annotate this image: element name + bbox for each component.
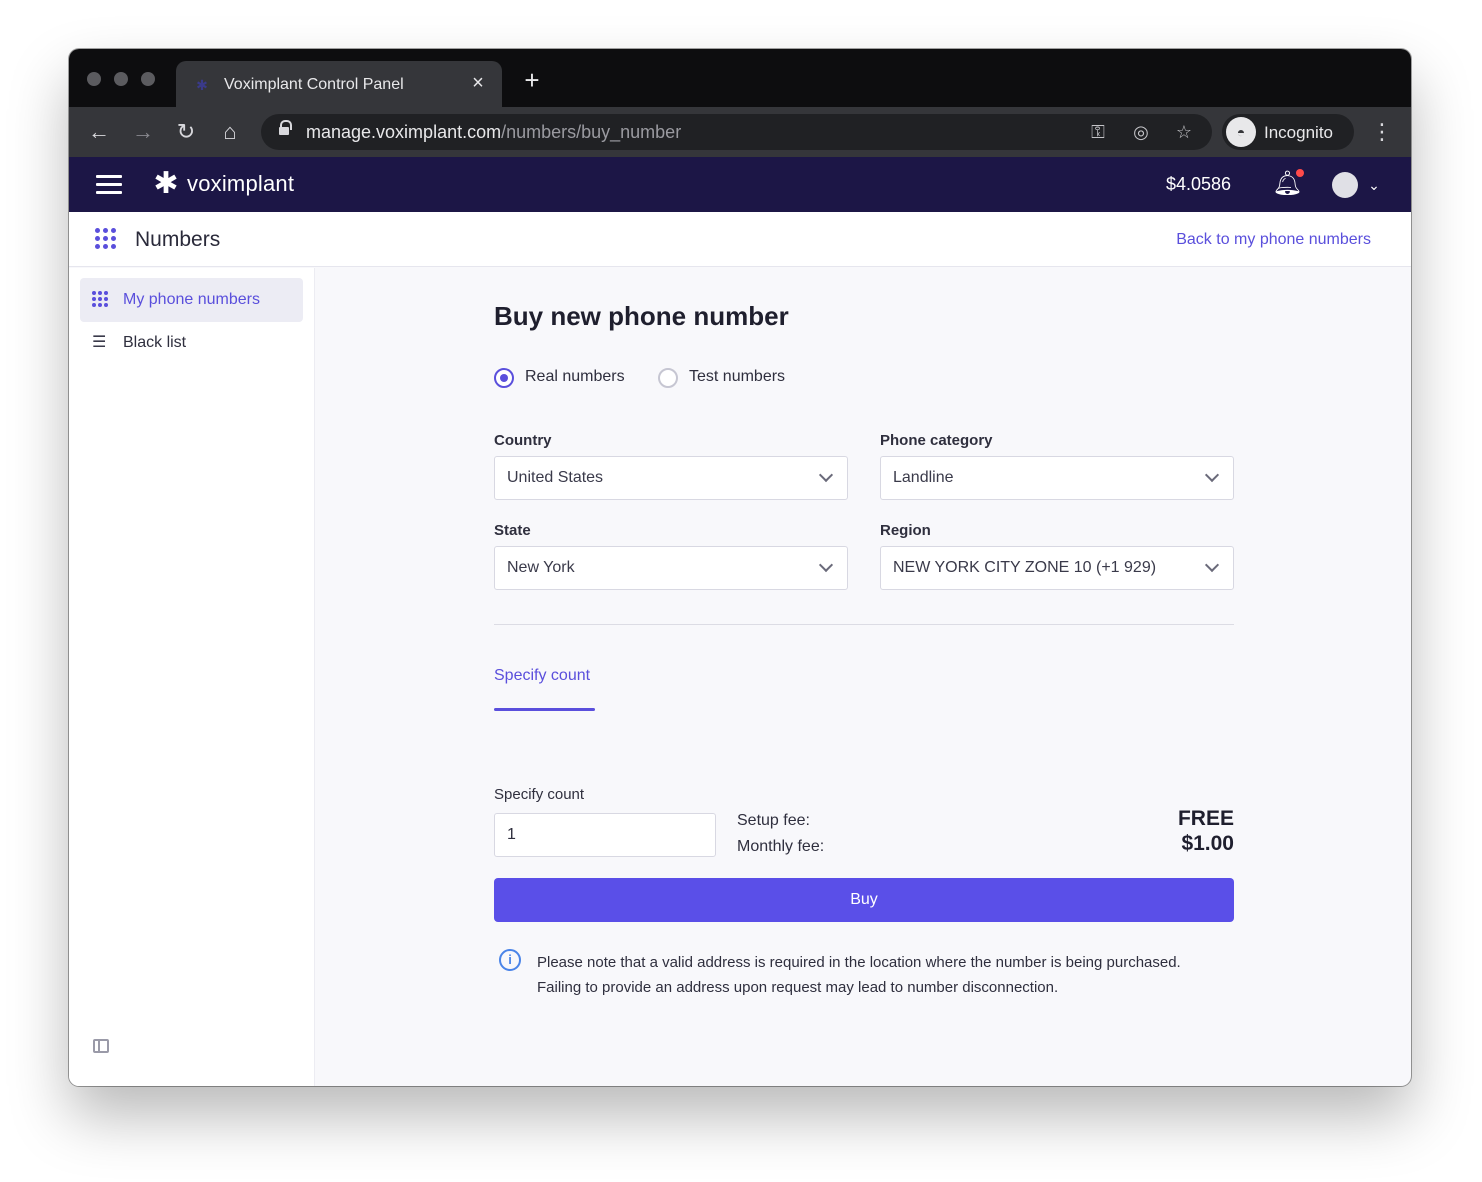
incognito-icon: ◓ [1226, 117, 1256, 147]
browser-tab[interactable]: ✱ Voximplant Control Panel × [176, 61, 502, 107]
setup-fee-label: Setup fee: [737, 812, 810, 829]
radio-label: Real numbers [525, 368, 625, 385]
avatar[interactable] [1332, 172, 1358, 198]
url-text: manage.voximplant.com/numbers/buy_number [306, 122, 682, 142]
window-zoom-dot[interactable] [141, 72, 155, 86]
test-numbers-radio[interactable]: Test numbers [658, 367, 798, 389]
chevron-down-icon [819, 470, 833, 484]
select-value: NEW YORK CITY ZONE 10 (+1 929) [893, 559, 1157, 576]
radio-label: Test numbers [689, 368, 786, 385]
section-header: Numbers Back to my phone numbers [69, 212, 1411, 267]
sidebar-item-black-list[interactable]: ☰ Black list [80, 321, 303, 365]
region-select[interactable]: NEW YORK CITY ZONE 10 (+1 929) [880, 546, 1234, 590]
list-icon: ☰ [92, 334, 107, 351]
star-icon[interactable]: ☆ [1172, 120, 1196, 144]
country-label: Country [494, 432, 552, 449]
real-numbers-radio[interactable]: Real numbers [494, 367, 634, 389]
count-input[interactable] [494, 813, 716, 857]
incognito-profile-button[interactable]: ◓ Incognito [1222, 114, 1354, 150]
state-select[interactable]: New York [494, 546, 848, 590]
main-content: Buy new phone number Real numbers Test n… [316, 268, 1411, 1086]
grid-icon [92, 291, 110, 309]
favicon-icon: ✱ [196, 77, 208, 93]
browser-window: ✱ Voximplant Control Panel × + ← → ↻ ⌂ m… [69, 49, 1411, 1086]
tab-title: Voximplant Control Panel [224, 76, 404, 93]
plus-icon[interactable]: + [521, 67, 543, 93]
monthly-fee-label: Monthly fee: [737, 838, 825, 855]
close-icon[interactable]: × [468, 73, 488, 93]
sidebar-item-my-phone-numbers[interactable]: My phone numbers [80, 278, 303, 322]
address-notice: Please note that a valid address is requ… [537, 954, 1181, 996]
page-title: Buy new phone number [494, 301, 789, 331]
eye-off-icon[interactable]: ◎ [1129, 120, 1153, 144]
back-icon[interactable]: ← [85, 118, 113, 146]
country-select[interactable]: United States [494, 456, 848, 500]
phone-category-select[interactable]: Landline [880, 456, 1234, 500]
sidebar-item-label: My phone numbers [123, 291, 260, 308]
chevron-down-icon[interactable]: ⌄ [1367, 175, 1381, 195]
info-icon: i [499, 949, 521, 971]
radio-unchecked-icon [658, 368, 678, 388]
divider [494, 624, 1234, 625]
buy-button[interactable]: Buy [494, 878, 1234, 922]
region-label: Region [880, 522, 931, 539]
tab-specify-count[interactable]: Specify count [494, 667, 590, 685]
forward-icon[interactable]: → [129, 118, 157, 146]
chevron-down-icon [819, 560, 833, 574]
sidebar-item-label: Black list [123, 334, 187, 351]
state-label: State [494, 522, 531, 539]
back-to-numbers-link[interactable]: Back to my phone numbers [1176, 231, 1371, 249]
active-tab-indicator [494, 708, 595, 711]
browser-toolbar: ← → ↻ ⌂ manage.voximplant.com/numbers/bu… [69, 107, 1411, 157]
setup-fee-value: FREE [1177, 807, 1234, 830]
hamburger-icon[interactable] [96, 175, 122, 195]
lock-icon [279, 120, 292, 137]
incognito-label: Incognito [1264, 123, 1333, 142]
section-title: Numbers [135, 228, 221, 251]
voximplant-logo-icon[interactable]: ✱ [149, 167, 183, 201]
logo-text[interactable]: voximplant [187, 171, 294, 197]
app-header: ✱ voximplant $4.0586 🔔︎ ⌄ [69, 157, 1411, 212]
radio-checked-icon [494, 368, 514, 388]
sidebar-collapse-icon[interactable] [93, 1039, 109, 1053]
key-icon[interactable]: ⚿ [1086, 120, 1110, 144]
select-value: New York [507, 559, 575, 576]
notification-dot [1296, 169, 1304, 177]
monthly-fee-value: $1.00 [1181, 832, 1234, 855]
reload-icon[interactable]: ↻ [172, 118, 200, 146]
more-vert-icon[interactable]: ⋮ [1371, 118, 1393, 146]
select-value: Landline [893, 469, 954, 486]
tab-strip: ✱ Voximplant Control Panel × + [69, 49, 1411, 107]
sidebar: My phone numbers ☰ Black list [69, 268, 315, 1086]
chevron-down-icon [1205, 560, 1219, 574]
address-bar[interactable]: manage.voximplant.com/numbers/buy_number… [261, 114, 1212, 150]
phone-category-label: Phone category [880, 432, 993, 449]
chevron-down-icon [1205, 470, 1219, 484]
select-value: United States [507, 469, 604, 486]
account-balance[interactable]: $4.0586 [1166, 174, 1231, 195]
window-close-dot[interactable] [87, 72, 101, 86]
window-minimize-dot[interactable] [114, 72, 128, 86]
home-icon[interactable]: ⌂ [216, 118, 244, 146]
grid-icon [95, 228, 119, 252]
count-label: Specify count [494, 786, 585, 803]
